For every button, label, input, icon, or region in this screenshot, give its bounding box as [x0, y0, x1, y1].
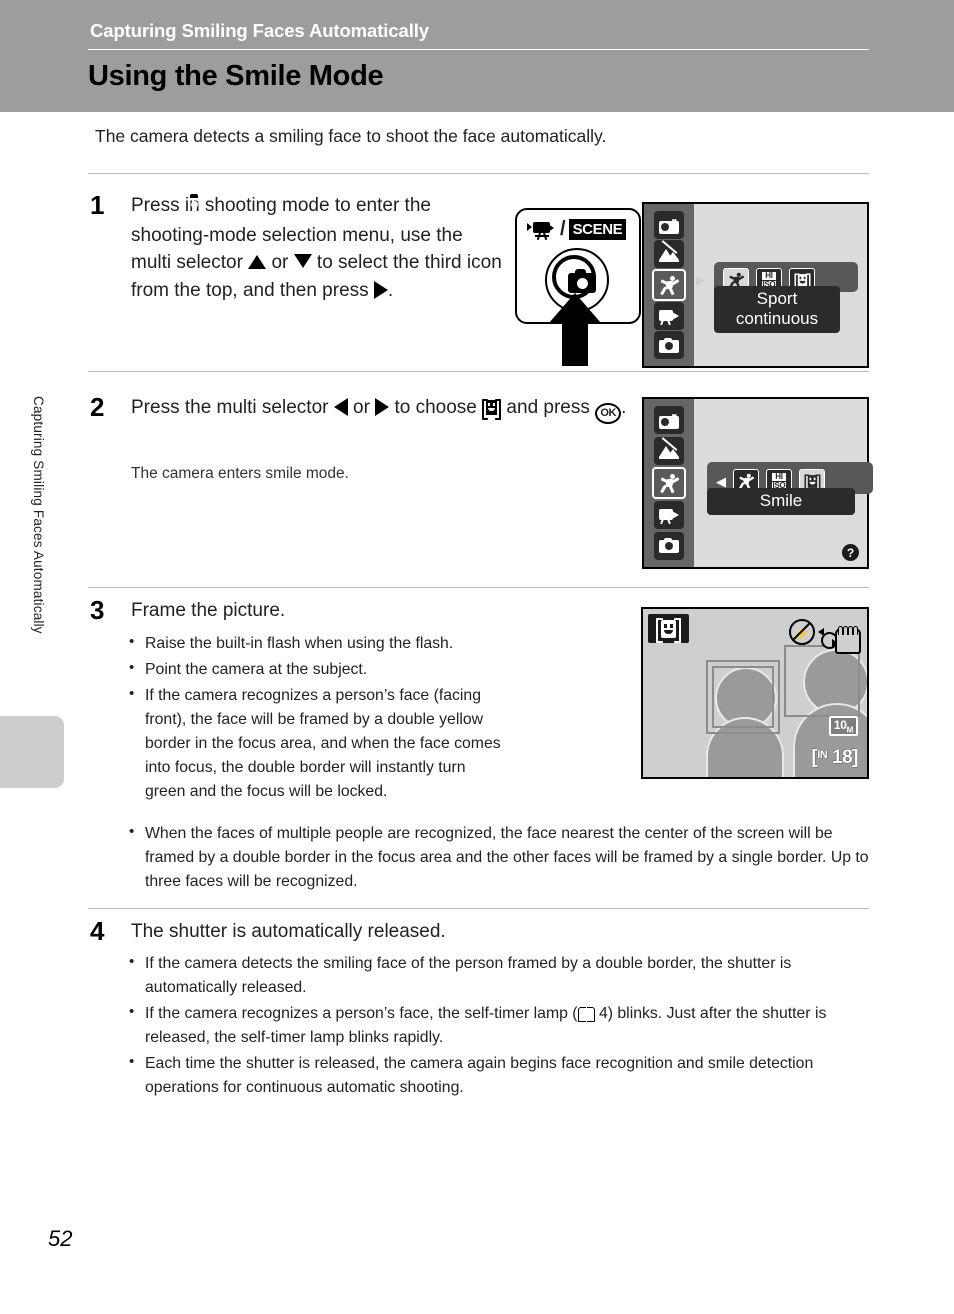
step-2-text-p3: to choose [389, 397, 483, 418]
mode-icon-portrait-assist[interactable]: ♥ [654, 406, 684, 435]
image-size-indicator: 10M [828, 715, 858, 736]
step-2-text-p2: or [347, 397, 376, 418]
list-item-with-reference: If the camera recognizes a person’s face… [125, 1001, 873, 1050]
triangle-right-icon [375, 398, 390, 416]
smile-mode-icon [482, 399, 502, 420]
triangle-right-icon [373, 280, 388, 299]
step-2-text-p5: . [621, 397, 627, 418]
mode-icon-auto[interactable] [654, 331, 684, 360]
list-item: If the camera detects the smiling face o… [125, 951, 873, 1000]
hand-icon [835, 626, 861, 654]
lcd-screen-step-3: ⚡ 10M [IN 18] [641, 607, 869, 779]
lcd-main-area-step-1: ▶ HI ISO Sport continuous [694, 204, 867, 366]
step-4-ref-page: 4 [594, 1005, 608, 1022]
mode-sidebar: ♥ [644, 399, 694, 567]
press-arrow-up-icon [549, 293, 601, 323]
step-1-text-p5: . [387, 279, 394, 301]
mode-icon-sport-continuous[interactable] [652, 268, 686, 301]
live-view-area: ⚡ 10M [IN 18] [643, 609, 867, 777]
list-item: If the camera recognizes a person’s face… [125, 683, 510, 804]
section-divider-4 [88, 908, 869, 909]
list-item: Point the camera at the subject. [125, 657, 510, 682]
mode-label-step-1: Sport continuous [714, 286, 840, 333]
step-2-note: The camera enters smile mode. [131, 465, 349, 482]
chevron-right-icon: ▶ [696, 273, 706, 287]
book-icon [577, 1007, 595, 1022]
mode-icon-movie[interactable] [654, 501, 684, 530]
lcd-screen-step-2: ♥ ◀ HI ISO Smile ? [642, 397, 873, 569]
section-divider-2 [88, 371, 869, 372]
mode-icon-auto[interactable] [654, 531, 684, 560]
step-1-text-p3: or [266, 252, 294, 274]
step-4-heading: The shutter is automatically released. [131, 921, 446, 942]
step-3-bullet-list: Raise the built-in flash when using the … [125, 631, 510, 806]
mode-icon-portrait-assist[interactable]: ♥ [654, 210, 684, 239]
caret-left-icon: ◀ [716, 473, 726, 489]
press-arrow-stem [562, 320, 588, 366]
step-4-ref-pre: If the camera recognizes a person’s face… [145, 1005, 578, 1022]
smile-mode-badge [648, 614, 689, 643]
triangle-up-icon [248, 255, 267, 270]
scene-label: SCENE [568, 219, 627, 240]
chapter-title: Capturing Smiling Faces Automatically [90, 20, 429, 41]
movie-mode-icon [527, 220, 557, 240]
page-number: 52 [48, 1226, 73, 1251]
focus-area-double-border [706, 660, 780, 734]
help-badge-icon[interactable]: ? [842, 544, 859, 561]
shots-remaining-indicator: [IN 18] [811, 747, 858, 768]
step-3-heading: Frame the picture. [131, 600, 286, 621]
step-2-text: Press the multi selector or to choose an… [131, 394, 631, 424]
camera-shake-warning-icon [818, 626, 862, 654]
section-divider-1 [88, 173, 869, 174]
smile-mode-icon [656, 618, 681, 643]
step-2-text-p4: and press [501, 397, 596, 418]
triangle-left-icon [333, 398, 348, 416]
step-1-text-p1: Press [131, 195, 185, 216]
list-item: Raise the built-in flash when using the … [125, 631, 510, 656]
list-item: When the faces of multiple people are re… [125, 821, 875, 894]
step-1-text: Press in shooting mode to enter the shoo… [131, 192, 506, 304]
ok-button-icon: OK [595, 403, 622, 424]
step-2-number: 2 [90, 392, 105, 422]
section-divider-3 [88, 587, 869, 588]
mode-icon-sport-continuous[interactable] [652, 466, 686, 499]
step-4-bullet-list: If the camera detects the smiling face o… [125, 951, 873, 1102]
page-title: Using the Smile Mode [88, 60, 384, 92]
list-item: Each time the shutter is released, the c… [125, 1051, 873, 1100]
page-header-band [0, 0, 954, 112]
header-divider [88, 49, 869, 50]
lcd-screen-step-1: ♥ ▶ HI ISO Sport continuous [642, 202, 869, 368]
step-4-number: 4 [90, 916, 105, 946]
camera-icon [568, 269, 596, 293]
mode-icon-scene[interactable] [654, 239, 684, 268]
label-separator: / [560, 218, 566, 240]
mode-sidebar: ♥ [644, 204, 694, 366]
focus-area-single-border [784, 645, 860, 717]
flash-off-icon: ⚡ [789, 619, 815, 645]
lcd-main-area-step-2: ◀ HI ISO Smile ? [694, 399, 873, 567]
side-tab-marker [0, 716, 64, 788]
intro-paragraph: The camera detects a smiling face to sho… [95, 126, 607, 146]
mode-label-step-2: Smile [707, 488, 855, 515]
mode-icon-movie[interactable] [654, 302, 684, 331]
side-tab-vertical-label: Capturing Smiling Faces Automatically [31, 396, 46, 634]
step-1-number: 1 [90, 190, 105, 220]
step-3-wide-bullet-list: When the faces of multiple people are re… [125, 821, 875, 896]
mode-icon-scene[interactable] [654, 436, 684, 465]
step-3-number: 3 [90, 595, 105, 625]
button-top-labels: / SCENE [527, 218, 627, 241]
triangle-down-icon [293, 254, 312, 269]
step-2-text-p1: Press the multi selector [131, 397, 334, 418]
